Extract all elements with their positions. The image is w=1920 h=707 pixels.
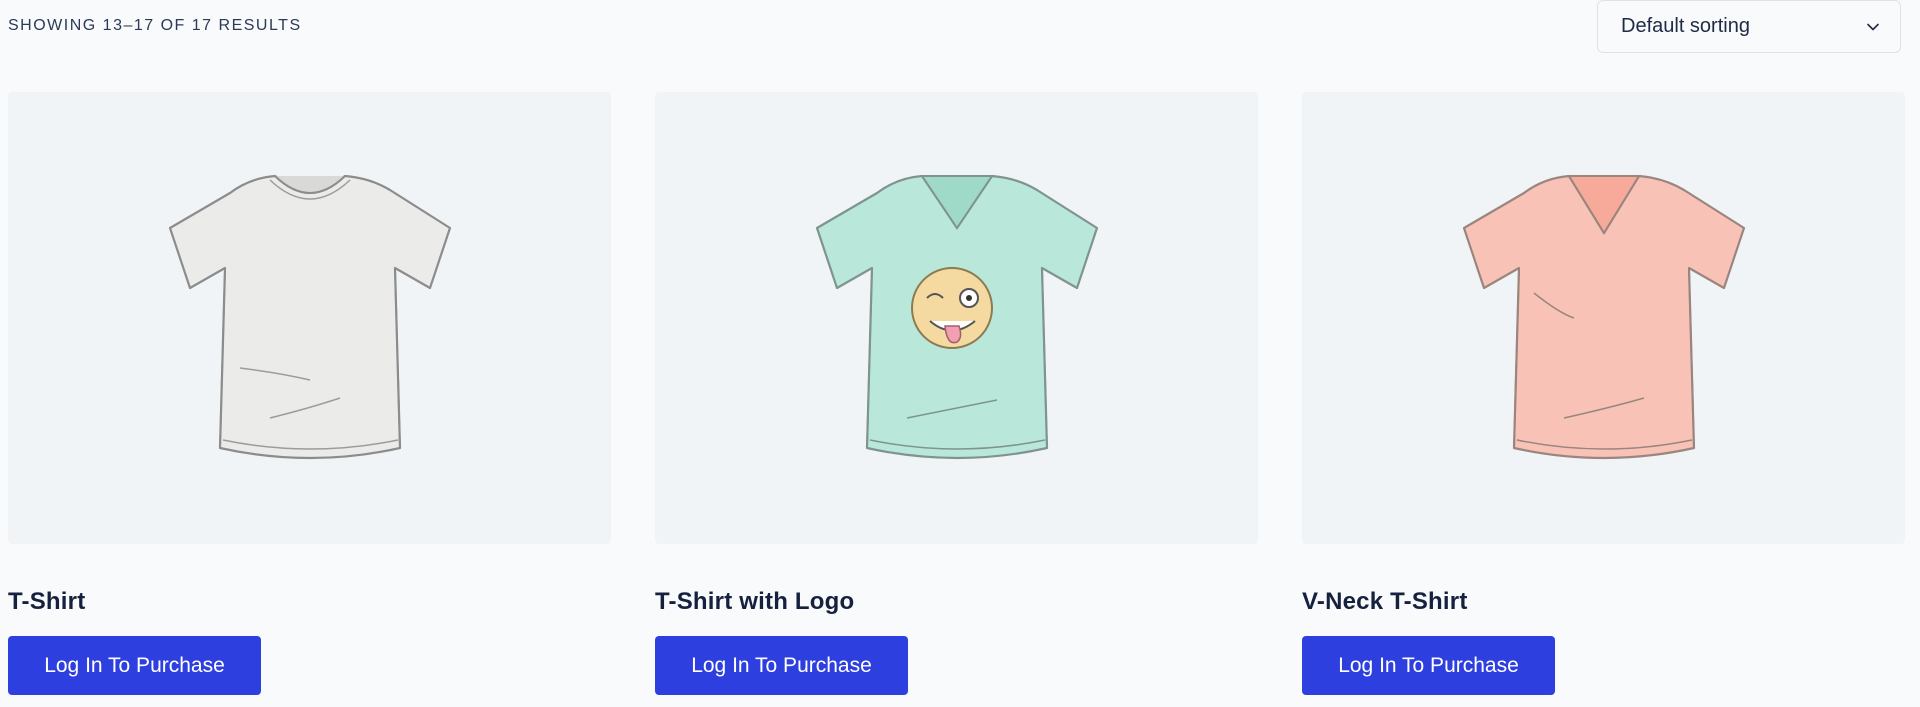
product-card: T-Shirt Log In To Purchase (8, 92, 611, 695)
shop-page: Showing 13–17 of 17 results Default sort… (0, 0, 1920, 707)
result-count: Showing 13–17 of 17 results (8, 17, 302, 34)
tshirt-illustration (168, 174, 451, 460)
login-to-purchase-button[interactable]: Log In To Purchase (655, 636, 908, 695)
product-grid: T-Shirt Log In To Purchase T-Shirt with … (8, 92, 1905, 695)
product-title[interactable]: V-Neck T-Shirt (1302, 588, 1905, 616)
tshirt-with-logo-image[interactable] (655, 92, 1258, 544)
tshirt-illustration (1462, 174, 1745, 460)
sorting-selected-value: Default sorting (1621, 15, 1750, 37)
product-card: V-Neck T-Shirt Log In To Purchase (1302, 92, 1905, 695)
plain-tshirt-image[interactable] (8, 92, 611, 544)
product-card: T-Shirt with Logo Log In To Purchase (655, 92, 1258, 695)
login-to-purchase-button[interactable]: Log In To Purchase (1302, 636, 1555, 695)
sorting-dropdown[interactable]: Default sorting (1597, 0, 1901, 53)
tshirt-illustration (815, 174, 1098, 460)
product-title[interactable]: T-Shirt with Logo (655, 588, 1258, 616)
chevron-down-icon (1867, 23, 1879, 31)
emoji-logo-icon (910, 267, 993, 349)
product-title[interactable]: T-Shirt (8, 588, 611, 616)
vneck-tshirt-image[interactable] (1302, 92, 1905, 544)
login-to-purchase-button[interactable]: Log In To Purchase (8, 636, 261, 695)
